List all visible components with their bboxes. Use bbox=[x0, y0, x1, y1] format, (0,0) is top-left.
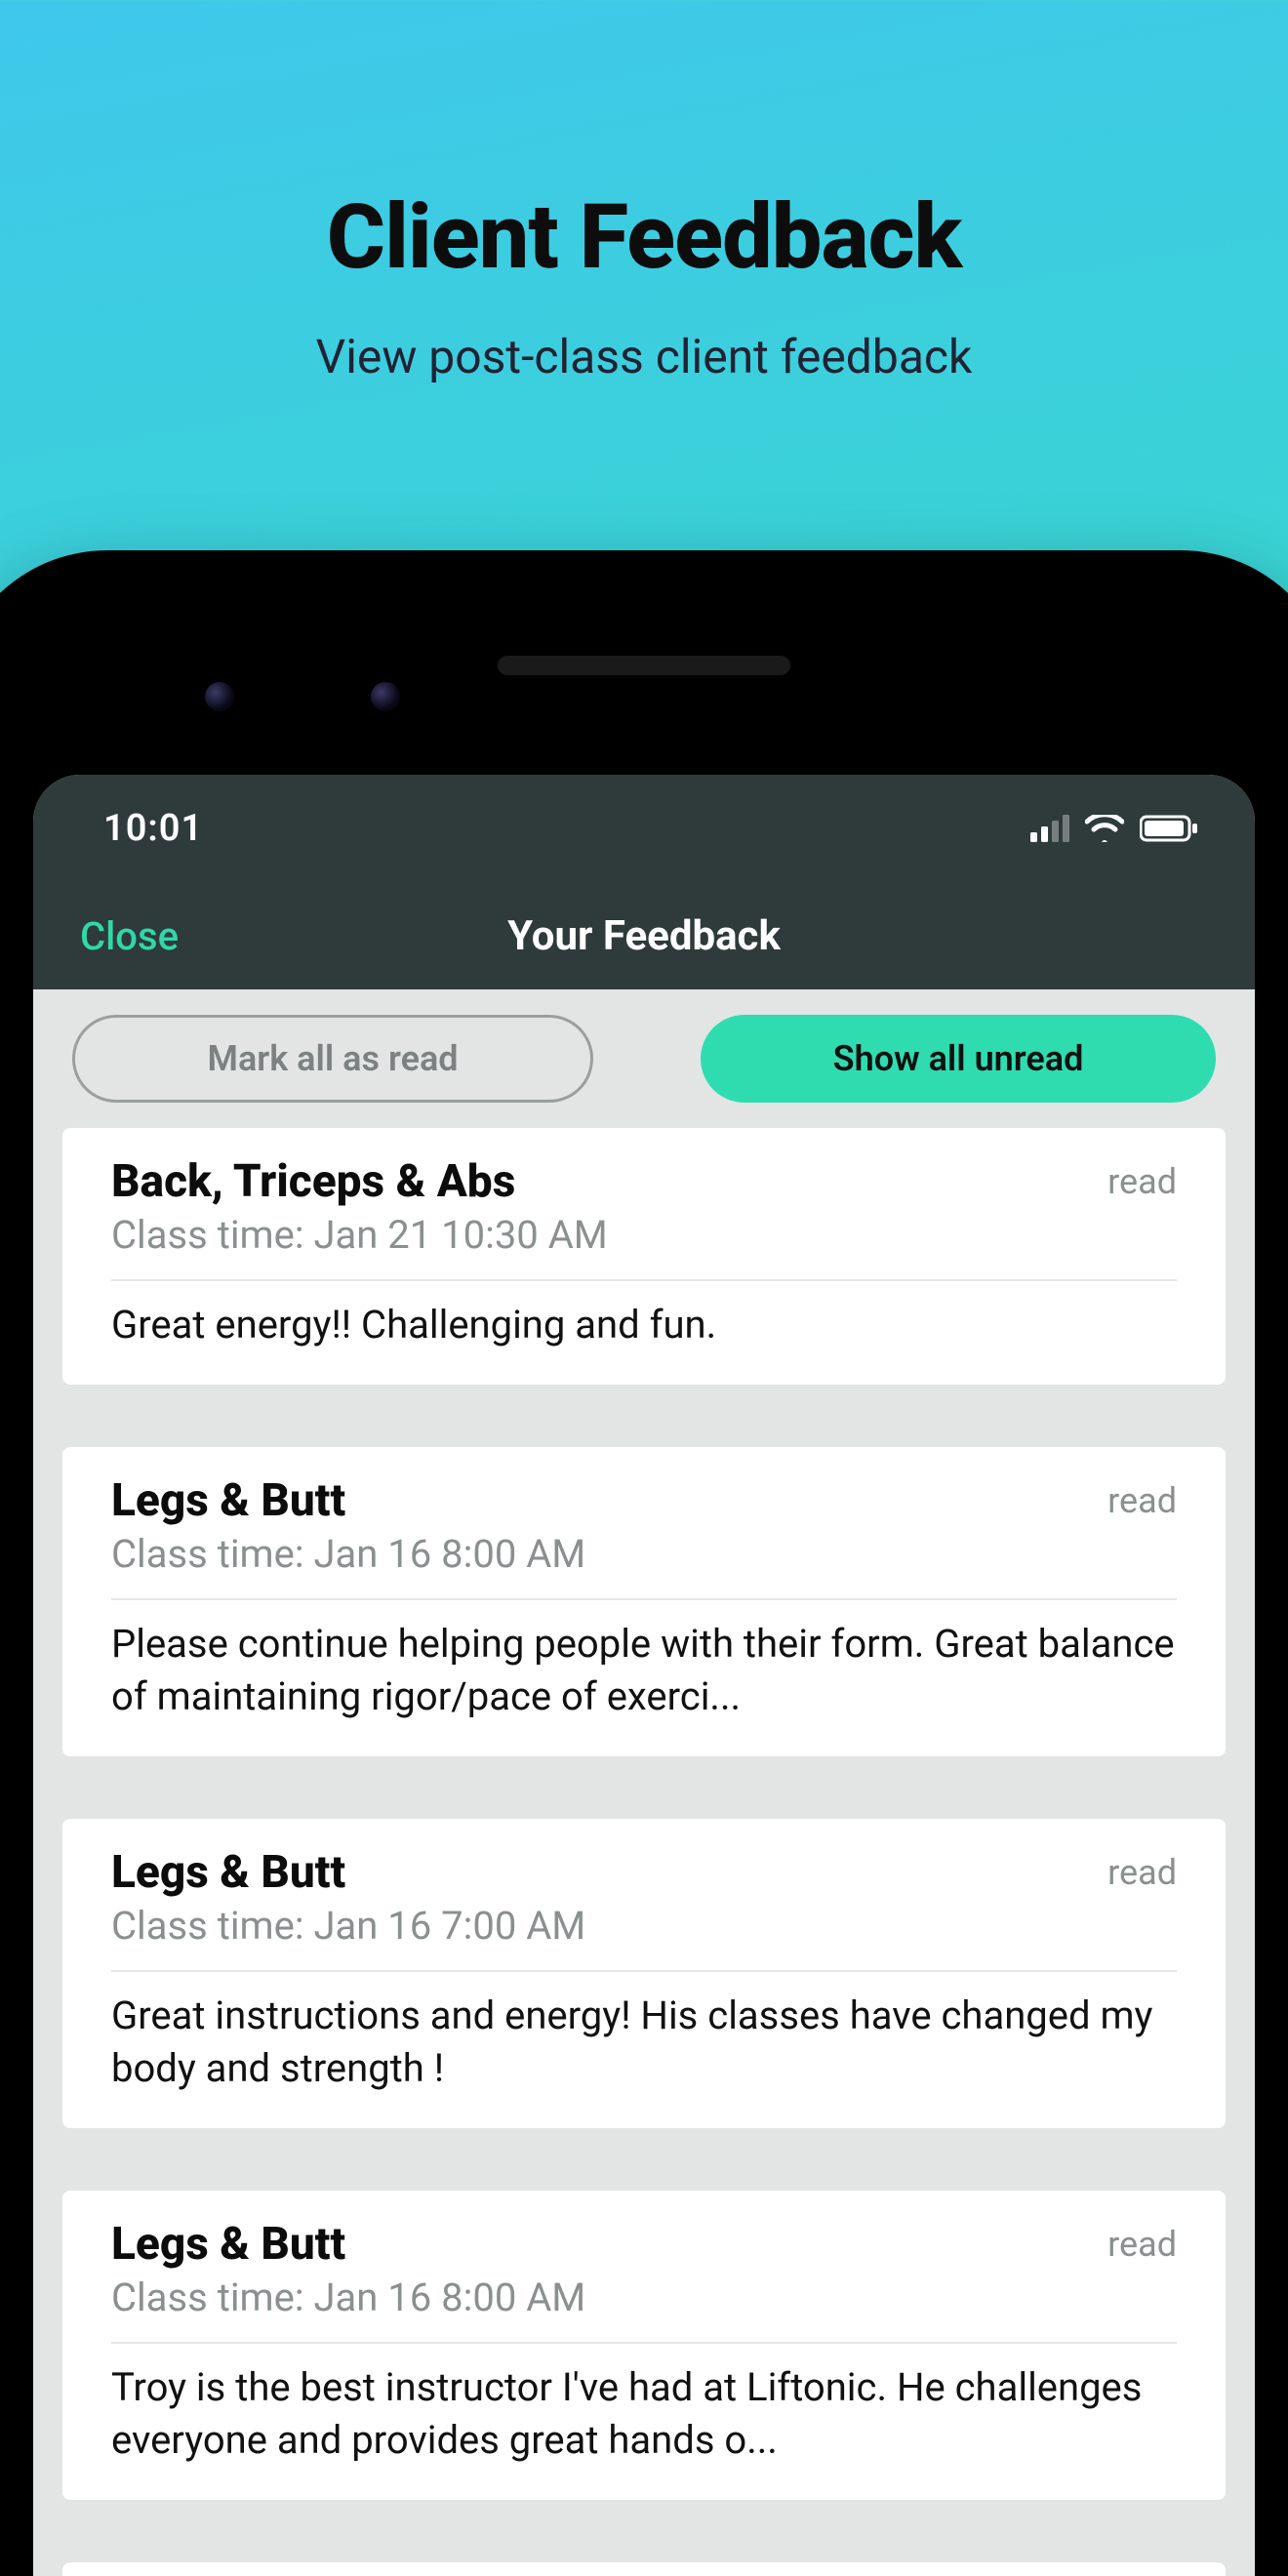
status-time: 10:01 bbox=[80, 807, 203, 850]
mark-all-read-button[interactable]: Mark all as read bbox=[72, 1015, 593, 1103]
feedback-class-title: Legs & Butt bbox=[111, 2218, 345, 2271]
status-bar: 10:01 bbox=[33, 775, 1255, 882]
feedback-read-status: read bbox=[1107, 2224, 1177, 2265]
cellular-signal-icon bbox=[1030, 815, 1069, 842]
feedback-card[interactable]: Legs & Butt read Class time: Jan 16 8:00… bbox=[62, 1447, 1226, 1756]
feedback-card[interactable]: Back, Triceps & Abs read Class time: Jan… bbox=[62, 1128, 1226, 1385]
divider bbox=[111, 2342, 1177, 2344]
feedback-card[interactable]: Legs & Butt read Class time: Jan 16 7:00… bbox=[62, 1819, 1226, 2128]
battery-icon bbox=[1140, 815, 1198, 842]
show-all-unread-button[interactable]: Show all unread bbox=[701, 1015, 1216, 1103]
feedback-card[interactable]: Legs & Butt read Class time: Jan 16 8:00… bbox=[62, 2191, 1226, 2500]
divider bbox=[111, 1598, 1177, 1600]
feedback-class-title: Back, Triceps & Abs bbox=[111, 1155, 515, 1208]
feedback-list[interactable]: Back, Triceps & Abs read Class time: Jan… bbox=[33, 1128, 1255, 2576]
promo-subtitle: View post-class client feedback bbox=[316, 329, 973, 384]
divider bbox=[111, 1970, 1177, 1972]
feedback-body: Great instructions and energy! His class… bbox=[111, 1990, 1177, 2095]
feedback-class-time: Class time: Jan 16 8:00 AM bbox=[111, 2274, 1177, 2320]
divider bbox=[111, 1279, 1177, 1281]
feedback-read-status: read bbox=[1107, 1161, 1177, 1202]
feedback-class-time: Class time: Jan 16 7:00 AM bbox=[111, 1903, 1177, 1949]
phone-speaker bbox=[498, 656, 790, 675]
feedback-class-title: Legs & Butt bbox=[111, 1474, 345, 1527]
status-icons bbox=[1030, 815, 1208, 842]
feedback-read-status: read bbox=[1107, 1480, 1177, 1521]
feedback-read-status: read bbox=[1107, 1852, 1177, 1893]
phone-screen: 10:01 bbox=[33, 775, 1255, 2576]
phone-camera bbox=[371, 682, 400, 711]
feedback-body: Great energy!! Challenging and fun. bbox=[111, 1299, 1177, 1351]
phone-frame: 10:01 bbox=[0, 550, 1288, 2576]
page-title: Your Feedback bbox=[33, 912, 1255, 960]
feedback-body: Troy is the best instructor I've had at … bbox=[111, 2361, 1177, 2467]
feedback-class-time: Class time: Jan 16 8:00 AM bbox=[111, 1531, 1177, 1577]
feedback-card[interactable]: Legs & Butt read Class time: Jan 16 7:00… bbox=[62, 2562, 1226, 2576]
wifi-icon bbox=[1085, 815, 1124, 842]
feedback-class-time: Class time: Jan 21 10:30 AM bbox=[111, 1212, 1177, 1258]
action-row: Mark all as read Show all unread bbox=[33, 989, 1255, 1128]
close-button[interactable]: Close bbox=[80, 913, 179, 959]
nav-bar: Close Your Feedback bbox=[33, 882, 1255, 989]
promo-title: Client Feedback bbox=[327, 185, 961, 290]
feedback-class-title: Legs & Butt bbox=[111, 1846, 345, 1899]
feedback-body: Please continue helping people with thei… bbox=[111, 1618, 1177, 1723]
phone-camera bbox=[205, 682, 234, 711]
